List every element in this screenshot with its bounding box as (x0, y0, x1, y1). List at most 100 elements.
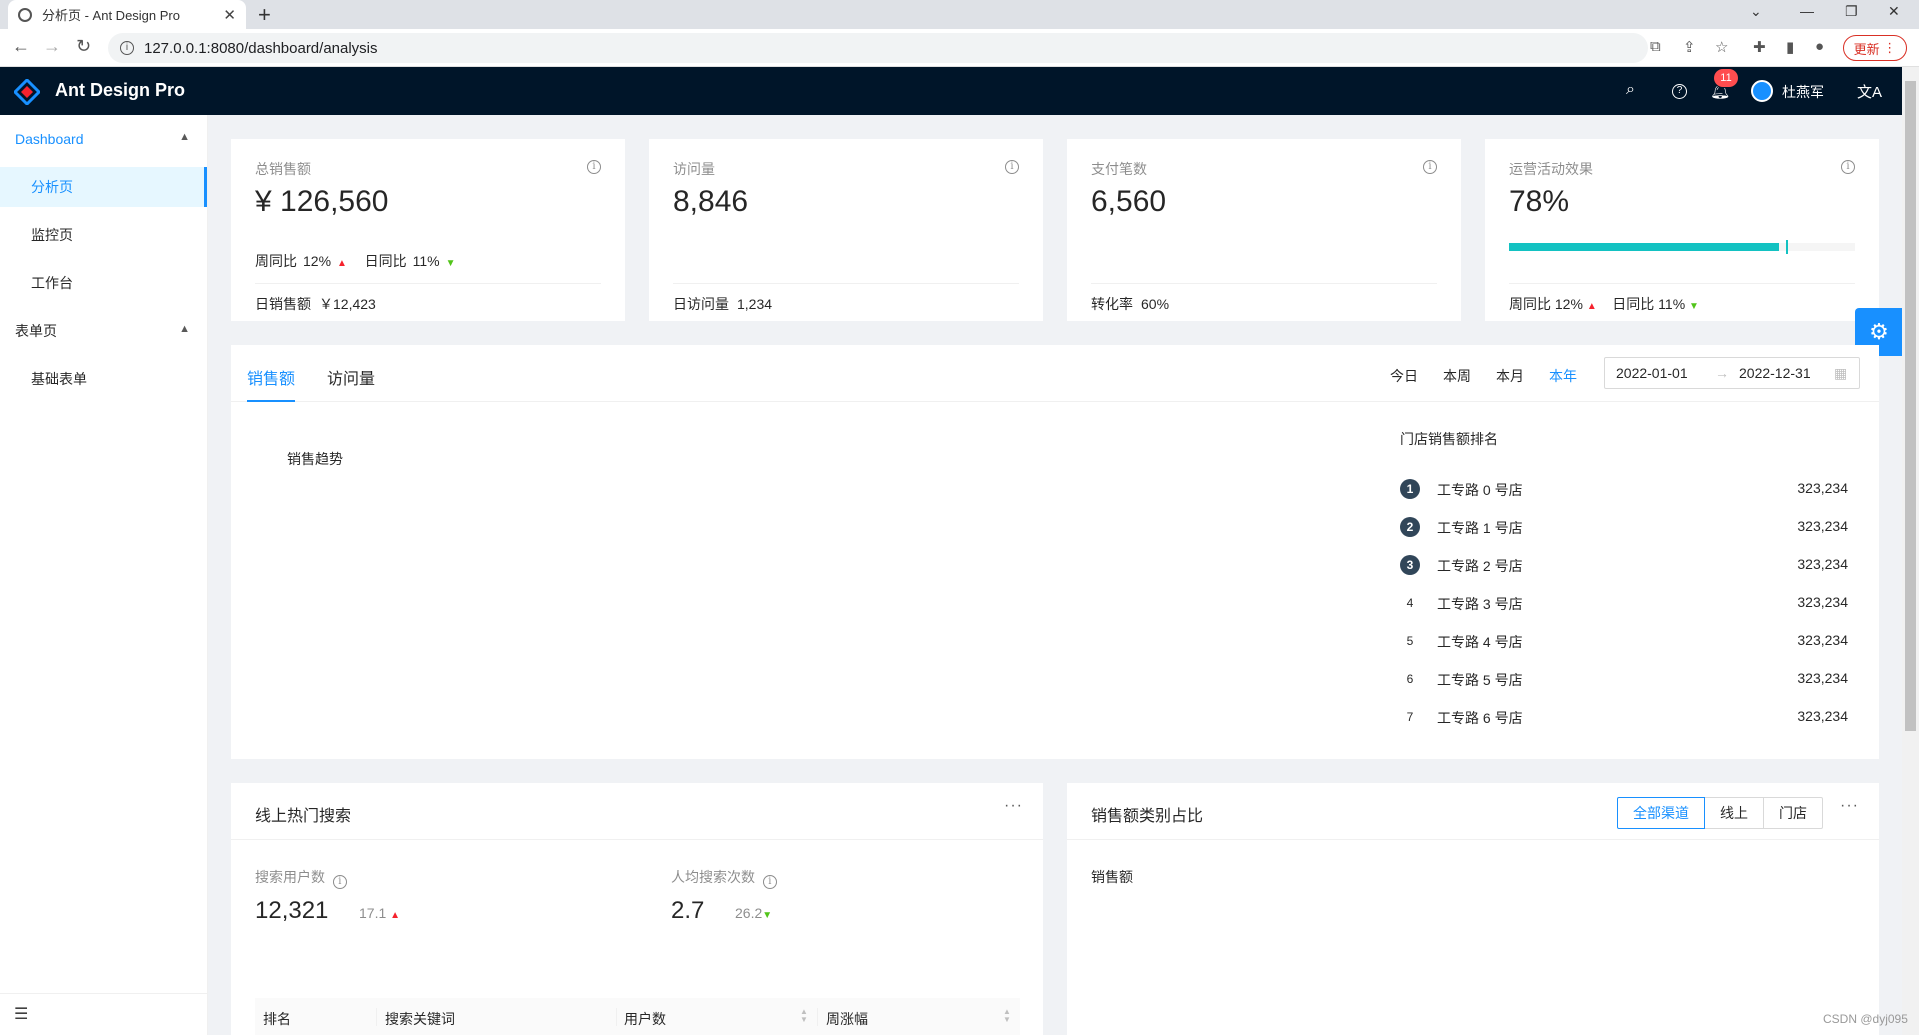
range-month[interactable]: 本月 (1496, 366, 1524, 386)
info-icon[interactable]: i (762, 875, 777, 889)
sidebar-item-monitor[interactable]: 监控页 (0, 215, 207, 255)
help-icon[interactable]: ? (1672, 84, 1687, 99)
forward-icon[interactable]: → (43, 36, 61, 57)
store-sales-value: 323,234 (1797, 594, 1848, 610)
card-head: 销售额类别占比 全部渠道 线上 门店 ··· (1067, 783, 1879, 840)
stat-footer: 转化率 60% (1091, 294, 1169, 314)
translate-icon[interactable]: ⧉ (1650, 38, 1661, 55)
share-icon[interactable]: ⇪ (1683, 38, 1696, 56)
store-sales-value: 323,234 (1797, 632, 1848, 648)
th-users[interactable]: 用户数 (624, 1009, 666, 1029)
label-text: 搜索用户数 (255, 869, 325, 885)
chevron-up-icon: ▲ (179, 131, 190, 143)
rank-number: 4 (1406, 596, 1414, 610)
label-text: 人均搜索次数 (671, 869, 755, 885)
new-tab-icon[interactable]: + (258, 2, 271, 28)
tab-visits[interactable]: 访问量 (327, 365, 375, 389)
stat-footer: 日销售额 ￥12,423 (255, 294, 376, 314)
column-separator (376, 1008, 377, 1026)
range-week[interactable]: 本周 (1443, 366, 1471, 386)
back-icon[interactable]: ← (12, 36, 30, 57)
menu-group-dashboard[interactable]: Dashboard ▲ (0, 119, 208, 159)
date-end[interactable]: 2022-12-31 (1739, 365, 1811, 381)
tab-search-icon[interactable]: ⌄ (1750, 3, 1762, 20)
browser-update-button[interactable]: 更新 ⋮ (1843, 35, 1907, 61)
stat-card-campaign: 运营活动效果 i 78% 周同比 12% ▲ 日同比 11% ▼ (1485, 139, 1879, 321)
footer-label: 转化率 (1091, 296, 1133, 312)
sidebar-item-basic-form[interactable]: 基础表单 (0, 359, 207, 399)
store-name: 工专路 1 号店 (1437, 520, 1523, 536)
username[interactable]: 杜燕军 (1782, 82, 1824, 102)
more-icon[interactable]: ··· (1840, 797, 1859, 815)
info-icon[interactable]: i (1423, 160, 1437, 174)
sidebar-item-workplace[interactable]: 工作台 (0, 263, 207, 303)
sales-tabs-bar: 销售额 访问量 今日 本周 本月 本年 2022-01-01 → 2022-12… (231, 345, 1879, 402)
swap-right-icon: → (1715, 365, 1729, 381)
channel-online-button[interactable]: 线上 (1704, 797, 1764, 829)
caret-up-icon: ▲ (337, 258, 347, 269)
trend-week-value: 12% (303, 253, 332, 269)
caret-down-icon: ▼ (762, 910, 773, 921)
search-icon[interactable]: ⌕ (1626, 81, 1635, 99)
brand-title[interactable]: Ant Design Pro (55, 80, 185, 101)
avatar[interactable] (1751, 80, 1773, 102)
ranking-row: 1 工专路 0 号店 323,234 (1400, 479, 1848, 499)
tab-ink-bar (247, 400, 295, 402)
store-name: 工专路 3 号店 (1437, 596, 1523, 612)
globe-icon (18, 7, 32, 22)
footer-value: ￥12,423 (319, 296, 376, 312)
divider (1509, 283, 1855, 284)
date-start[interactable]: 2022-01-01 (1616, 365, 1688, 381)
bookmark-star-icon[interactable]: ☆ (1715, 38, 1728, 56)
ant-design-logo-icon[interactable] (14, 79, 40, 105)
menu-fold-icon[interactable]: ☰ (0, 993, 207, 1035)
store-sales-value: 323,234 (1797, 670, 1848, 686)
sort-icon[interactable]: ▲ ▼ (1003, 1008, 1011, 1024)
info-icon[interactable]: i (1005, 160, 1019, 174)
range-today[interactable]: 今日 (1390, 366, 1418, 386)
trend-day-value: 11% (412, 253, 440, 269)
avg-search-label: 人均搜索次数 i (671, 867, 777, 889)
date-range-picker[interactable]: 2022-01-01 → 2022-12-31 ▦ (1604, 357, 1860, 389)
info-icon[interactable]: i (1841, 160, 1855, 174)
restore-icon[interactable]: ❐ (1845, 3, 1858, 20)
divider (673, 283, 1019, 284)
more-icon[interactable]: ··· (1004, 797, 1023, 815)
url-text: 127.0.0.1:8080/dashboard/analysis (144, 39, 378, 57)
menu-group-form[interactable]: 表单页 ▲ (0, 311, 208, 351)
site-info-icon[interactable]: i (120, 41, 134, 55)
store-name: 工专路 2 号店 (1437, 558, 1523, 574)
profile-icon[interactable]: ● (1815, 38, 1824, 55)
close-window-icon[interactable]: ✕ (1888, 3, 1900, 20)
ranking-row: 5 工专路 4 号店 323,234 (1400, 631, 1848, 651)
page-scrollbar[interactable] (1902, 67, 1919, 1035)
th-keyword: 搜索关键词 (385, 1011, 455, 1027)
range-year[interactable]: 本年 (1549, 366, 1577, 386)
language-icon[interactable]: 文A (1857, 81, 1882, 102)
caret-up-icon: ▲ (1586, 301, 1597, 312)
sidebar-item-analysis[interactable]: 分析页 (0, 167, 207, 207)
store-name: 工专路 6 号店 (1437, 710, 1523, 726)
trend-day-label: 日同比 (1612, 296, 1655, 312)
th-weekly-change[interactable]: 周涨幅 (826, 1009, 868, 1029)
extensions-icon[interactable]: ✚ (1753, 38, 1766, 56)
stat-card-payments: 支付笔数 i 6,560 转化率 60% (1067, 139, 1461, 321)
column-separator (817, 1008, 818, 1026)
tab-sales[interactable]: 销售额 (247, 365, 295, 389)
channel-store-button[interactable]: 门店 (1763, 797, 1823, 829)
sort-icon[interactable]: ▲ ▼ (800, 1008, 808, 1024)
browser-tab[interactable]: 分析页 - Ant Design Pro ✕ (8, 0, 246, 29)
trend-week-label: 周同比 (255, 253, 297, 269)
close-tab-icon[interactable]: ✕ (223, 6, 236, 24)
minimize-icon[interactable]: — (1800, 3, 1814, 19)
reload-icon[interactable]: ↻ (76, 36, 91, 57)
info-icon[interactable]: i (332, 875, 347, 889)
store-sales-value: 323,234 (1797, 556, 1848, 572)
info-icon[interactable]: i (587, 160, 601, 174)
caret-down-icon: ▼ (1689, 301, 1699, 312)
side-panel-icon[interactable]: ▮ (1786, 38, 1794, 56)
scrollbar-thumb[interactable] (1905, 81, 1916, 731)
channel-all-button[interactable]: 全部渠道 (1617, 797, 1705, 829)
stat-title: 运营活动效果 (1509, 161, 1593, 177)
address-bar[interactable]: i 127.0.0.1:8080/dashboard/analysis (108, 33, 1648, 63)
